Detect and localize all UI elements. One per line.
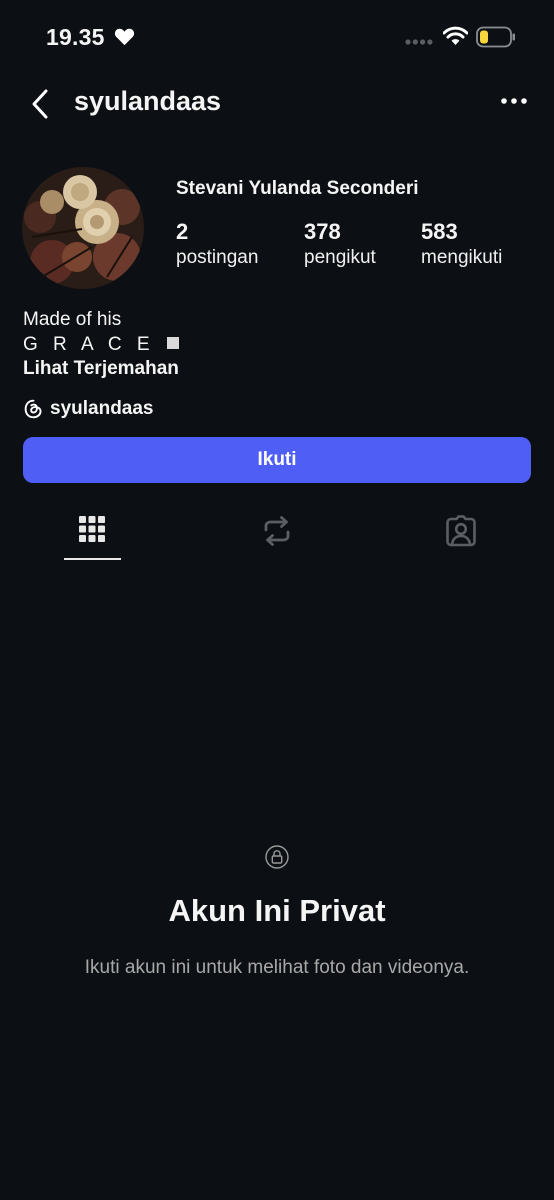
followers-count: 378: [304, 219, 341, 244]
posts-count: 2: [176, 219, 189, 244]
tab-tagged[interactable]: [431, 506, 491, 562]
grid-icon: [79, 516, 105, 542]
posts-stat: 2 postingan: [176, 218, 258, 270]
avatar-roses-image: [22, 167, 144, 289]
follow-button[interactable]: Ikuti: [23, 437, 531, 483]
header-username: syulandaas: [74, 86, 222, 116]
private-account-subtitle: Ikuti akun ini untuk melihat foto dan vi…: [84, 957, 470, 978]
tab-posts-grid[interactable]: [62, 506, 122, 562]
signal-icon: [405, 39, 433, 45]
back-icon[interactable]: [30, 88, 50, 120]
tagged-icon: [446, 515, 476, 547]
more-icon[interactable]: [500, 96, 528, 106]
bio-line-1: Made of his: [23, 309, 122, 330]
heart-icon: [114, 28, 135, 46]
profile-header: syulandaas: [0, 78, 554, 128]
threads-handle: syulandaas: [50, 398, 154, 419]
lock-icon: [265, 845, 289, 869]
status-time: 19.35: [46, 24, 105, 50]
square-emoji-icon: [166, 337, 179, 349]
private-account-title: Akun Ini Privat: [168, 893, 386, 928]
following-count: 583: [421, 219, 458, 244]
wifi-icon: [443, 26, 468, 45]
status-bar: 19.35: [0, 0, 554, 76]
following-label: mengikuti: [421, 247, 503, 268]
reels-repost-icon: [264, 516, 290, 546]
bio: Made of his G R A C E: [23, 307, 179, 357]
following-stat[interactable]: 583 mengikuti: [421, 218, 502, 270]
avatar[interactable]: [22, 167, 144, 289]
see-translation-link[interactable]: Lihat Terjemahan: [23, 358, 179, 380]
bio-line-2-text: G R A C E: [23, 334, 155, 355]
threads-link[interactable]: syulandaas: [23, 396, 154, 422]
bio-line-2: G R A C E: [23, 332, 179, 357]
posts-label: postingan: [176, 247, 259, 268]
threads-icon: [24, 399, 42, 419]
tab-reposts[interactable]: [247, 506, 307, 562]
battery-icon: [476, 26, 515, 48]
followers-label: pengikut: [304, 247, 376, 268]
full-name: Stevani Yulanda Seconderi: [176, 178, 419, 199]
active-tab-indicator: [64, 558, 121, 560]
followers-stat[interactable]: 378 pengikut: [304, 218, 376, 270]
